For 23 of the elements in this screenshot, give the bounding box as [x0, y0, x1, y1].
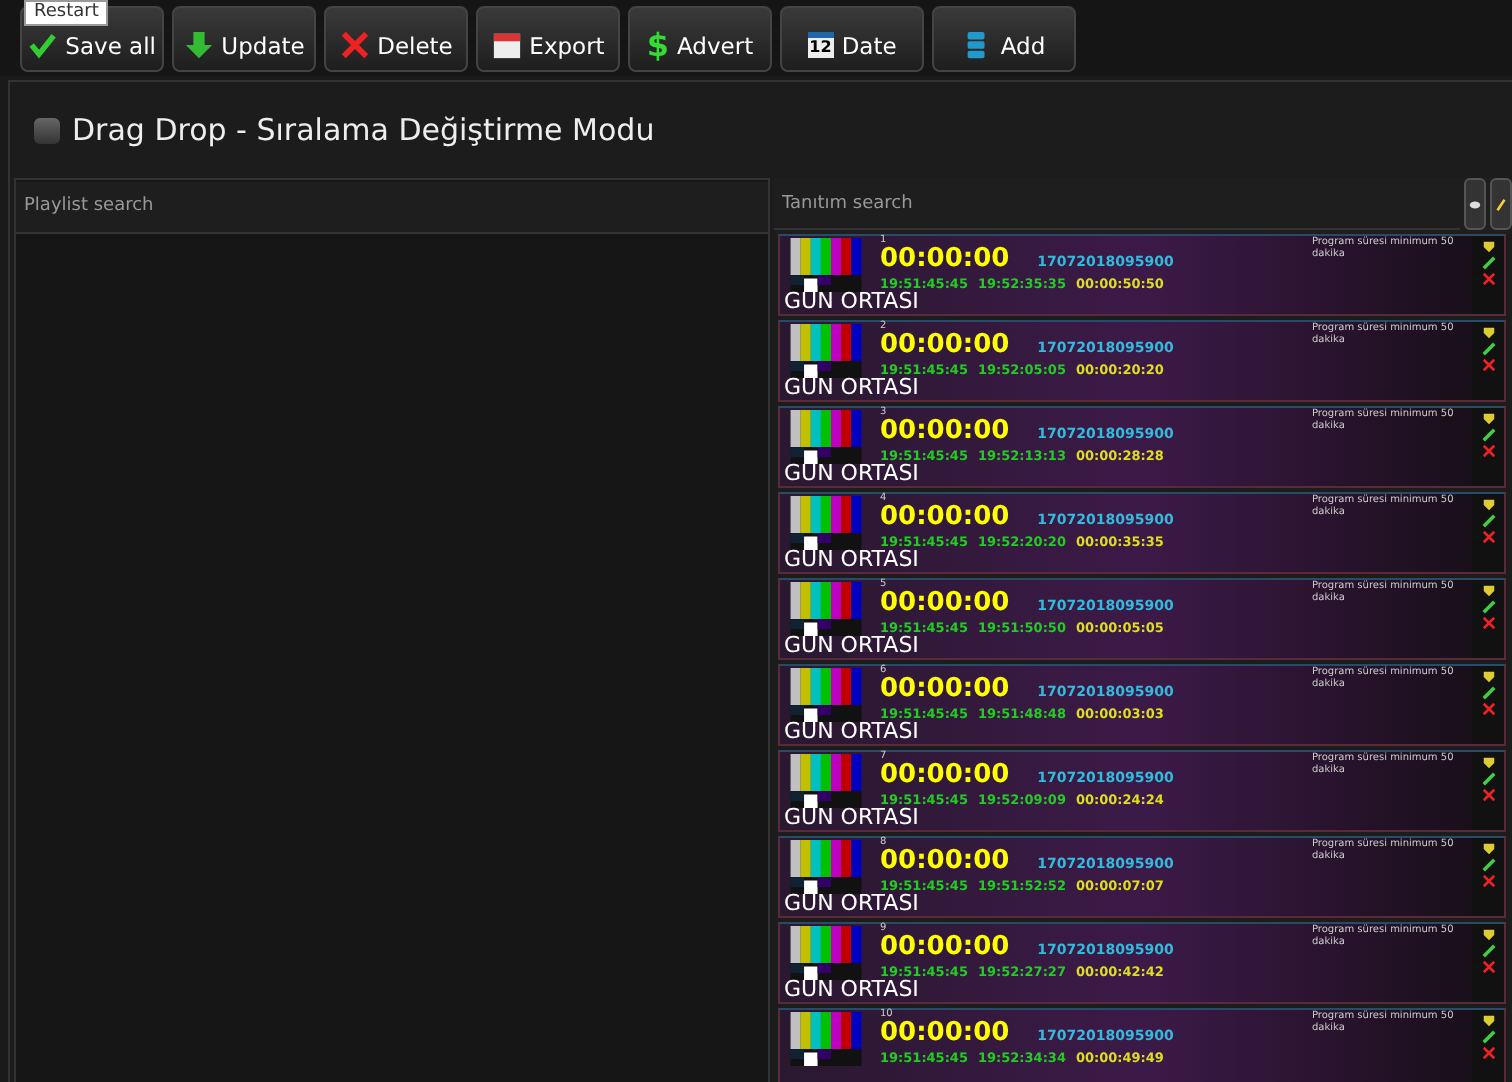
duration-text: 00:00:00 — [880, 418, 1010, 446]
duration-text: 00:00:00 — [880, 762, 1010, 790]
row-title: GÜN ORTASI — [784, 376, 919, 400]
duration-text: 00:00:00 — [880, 934, 1010, 962]
duration-text: 00:00:00 — [880, 676, 1010, 704]
tooltip: Restart — [24, 0, 109, 26]
dollar-icon: $ — [646, 26, 670, 64]
row-title: GÜN ORTASI — [784, 892, 919, 916]
row-title: GÜN ORTASI — [784, 634, 919, 658]
row-title: GÜN ORTASI — [784, 462, 919, 486]
row-title: GÜN ORTASI — [784, 720, 919, 744]
duration-text: 00:00:00 — [880, 504, 1010, 532]
row-title: GÜN ORTASI — [784, 806, 919, 830]
duration-text: 00:00:00 — [880, 332, 1010, 360]
row-title: GÜN ORTASI — [784, 290, 919, 314]
row-title: GÜN ORTASI — [784, 978, 919, 1002]
checkbox-label: Drag Drop - Sıralama Değiştirme Modu — [72, 112, 655, 148]
duration-text: 00:00:00 — [880, 1020, 1010, 1048]
row-title: GÜN ORTASI — [784, 548, 919, 572]
calendar-icon: 12 — [807, 32, 834, 58]
duration-text: 00:00:00 — [880, 590, 1010, 618]
duration-text: 00:00:00 — [880, 848, 1010, 876]
duration-text: 00:00:00 — [880, 246, 1010, 274]
